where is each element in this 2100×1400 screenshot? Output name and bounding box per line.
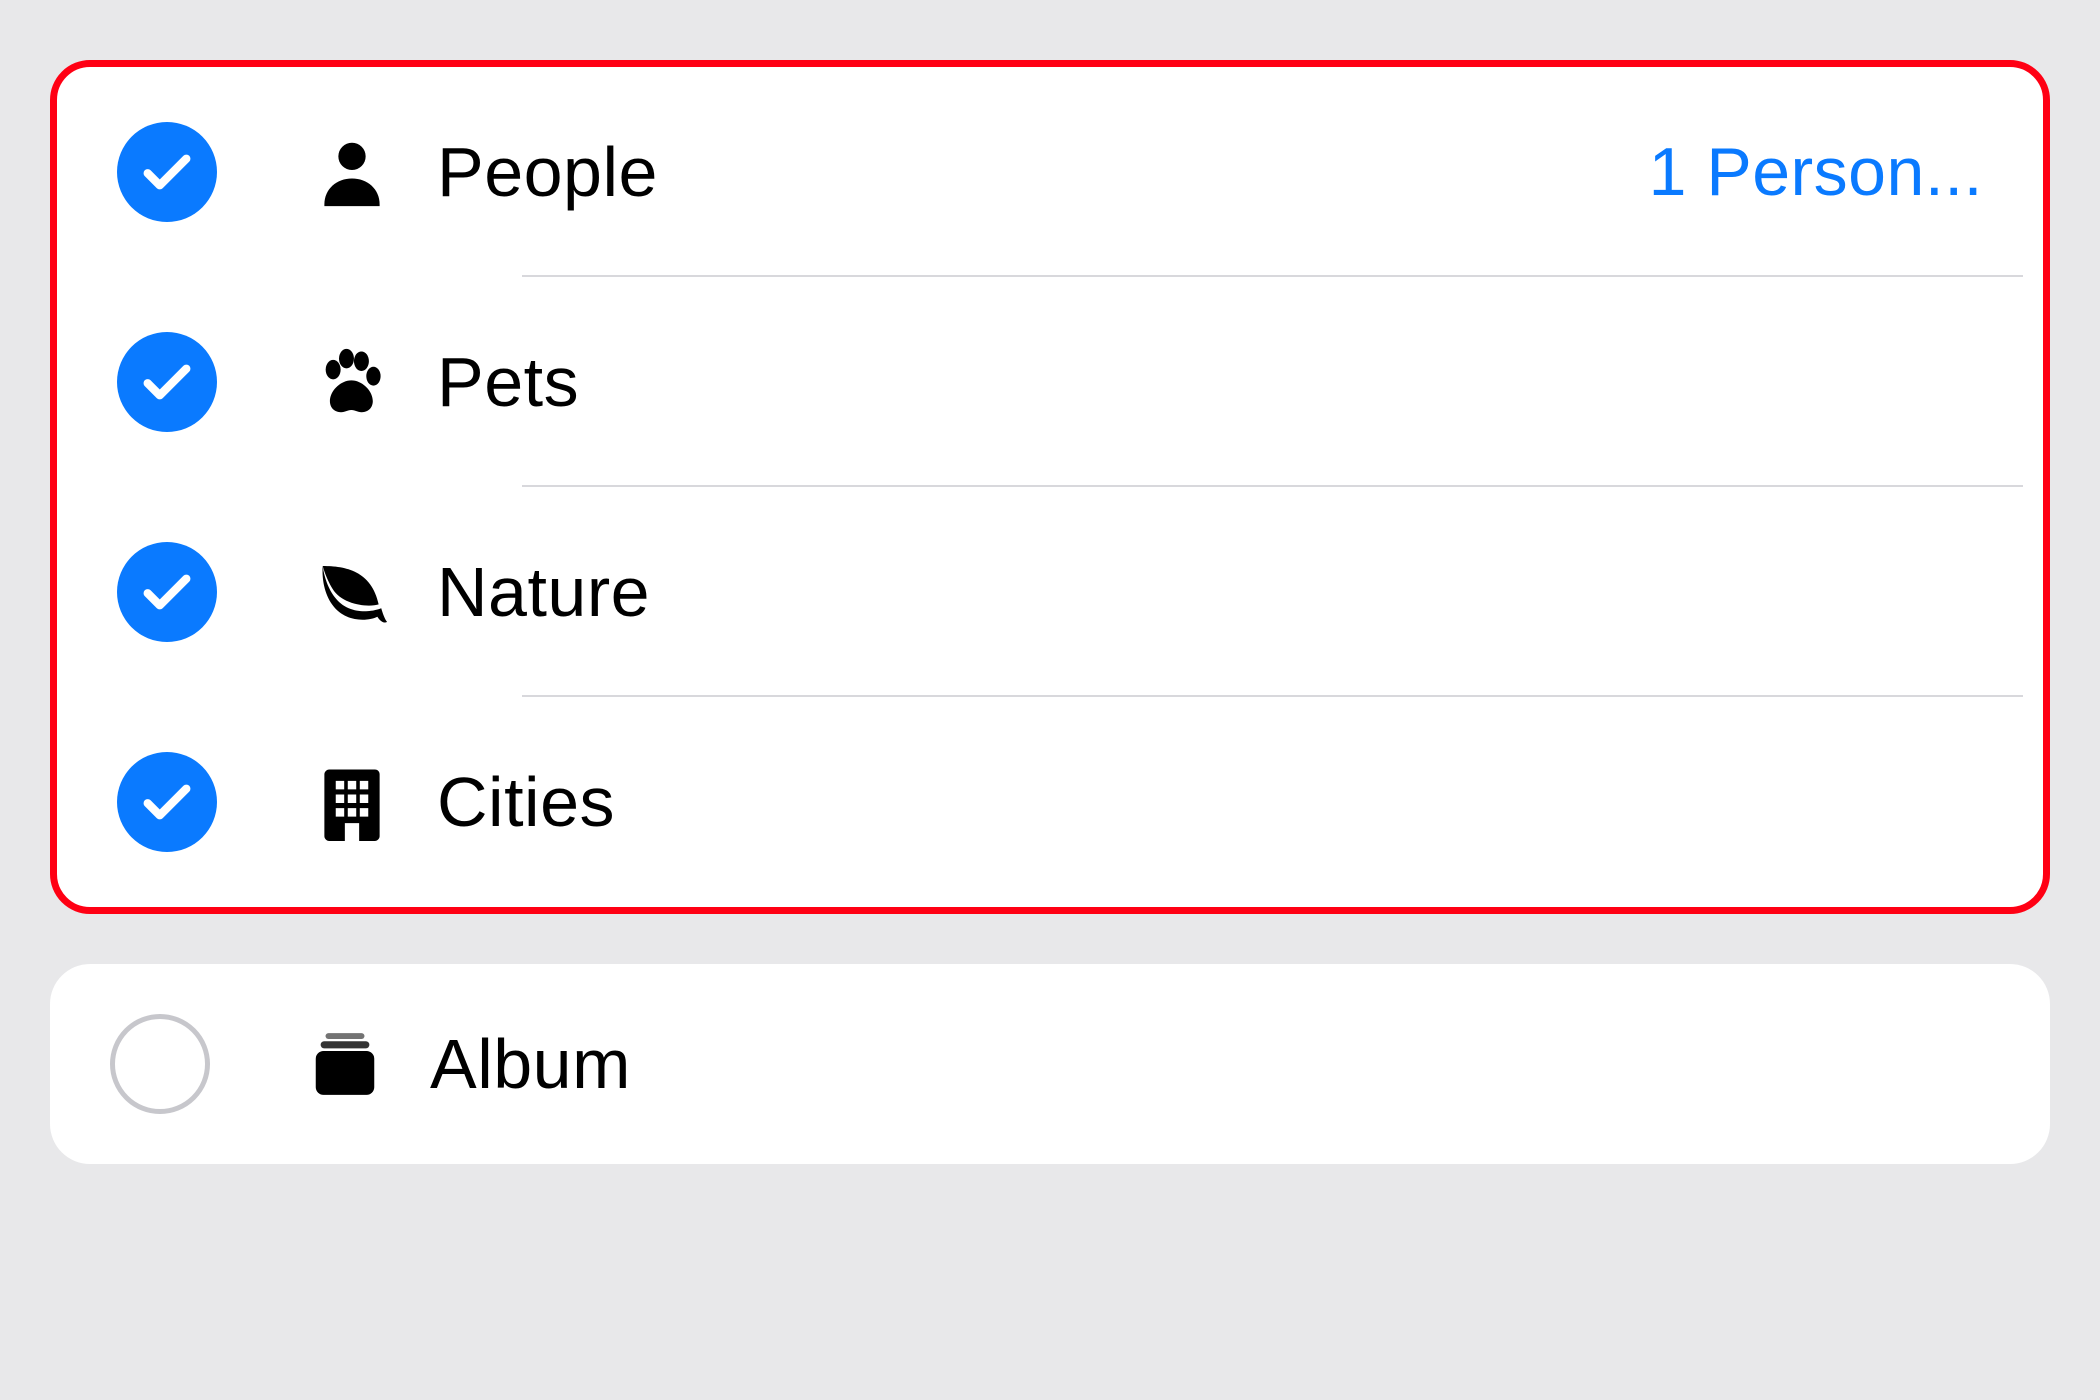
row-label: Nature [437, 552, 1983, 632]
pawprint-icon [297, 343, 407, 421]
row-trailing-link[interactable]: 1 Person... [1649, 133, 1983, 211]
checkmark-icon [138, 563, 196, 621]
building-icon [297, 763, 407, 841]
row-label: Cities [437, 762, 1983, 842]
person-icon [297, 133, 407, 211]
checkmark-icon [138, 773, 196, 831]
row-pets[interactable]: Pets [57, 277, 2043, 487]
checkmark-icon [138, 353, 196, 411]
categories-group-card: People 1 Person... Pets Nature Cities [50, 60, 2050, 914]
row-nature[interactable]: Nature [57, 487, 2043, 697]
row-label: People [437, 132, 1649, 212]
row-label: Pets [437, 342, 1983, 422]
row-cities[interactable]: Cities [57, 697, 2043, 907]
checkbox-cities[interactable] [117, 752, 217, 852]
checkbox-album[interactable] [110, 1014, 210, 1114]
album-card: Album [50, 964, 2050, 1164]
row-album[interactable]: Album [50, 964, 2050, 1164]
checkbox-people[interactable] [117, 122, 217, 222]
checkbox-nature[interactable] [117, 542, 217, 642]
row-people[interactable]: People 1 Person... [57, 67, 2043, 277]
checkmark-icon [138, 143, 196, 201]
album-stack-icon [290, 1025, 400, 1103]
checkbox-pets[interactable] [117, 332, 217, 432]
row-label: Album [430, 1024, 1990, 1104]
leaf-icon [297, 553, 407, 631]
